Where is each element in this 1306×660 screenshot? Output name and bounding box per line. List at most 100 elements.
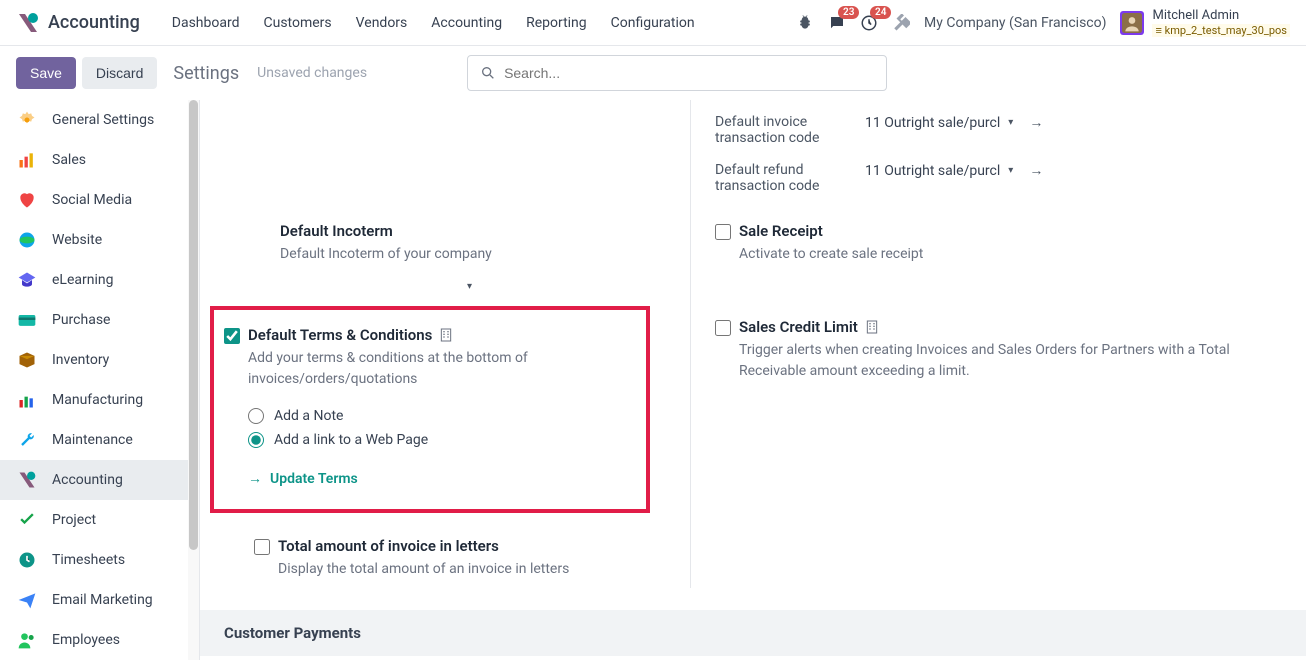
field-default-refund-code: Default refund transaction code 11 Outri… (715, 154, 1282, 202)
unsaved-status: Unsaved changes (257, 65, 367, 81)
search-box[interactable] (467, 55, 887, 91)
sidebar-item-label: Social Media (52, 192, 132, 208)
sidebar-item-sales[interactable]: Sales (0, 140, 199, 180)
sidebar-item-timesheets[interactable]: Timesheets (0, 540, 199, 580)
search-input[interactable] (504, 65, 874, 81)
sidebar-item-label: Website (52, 232, 102, 248)
radio-note-input[interactable] (248, 408, 264, 424)
field-label: Default invoice transaction code (715, 114, 865, 146)
field-label: Default refund transaction code (715, 162, 865, 194)
logo-icon (16, 469, 38, 491)
terms-checkbox[interactable] (224, 328, 240, 344)
nav-vendors[interactable]: Vendors (344, 15, 420, 31)
sidebar-item-general[interactable]: General Settings (0, 100, 199, 140)
activities-icon[interactable]: 24 (860, 14, 878, 32)
nav-reporting[interactable]: Reporting (514, 15, 599, 31)
radio-label: Add a link to a Web Page (274, 432, 428, 448)
debug-icon[interactable] (796, 14, 814, 32)
dropdown-value[interactable]: 11 Outright sale/purcl (865, 163, 1000, 179)
bars-icon (16, 149, 38, 171)
setting-desc: Default Incoterm of your company (280, 244, 666, 265)
external-link-icon[interactable]: → (1029, 114, 1043, 131)
nav-accounting[interactable]: Accounting (419, 15, 514, 31)
clock-icon (16, 549, 38, 571)
activities-badge: 24 (870, 6, 891, 19)
graduation-icon (16, 269, 38, 291)
sidebar-item-employees[interactable]: Employees (0, 620, 199, 660)
highlighted-setting-box: Default Terms & Conditions Add your term… (210, 306, 650, 513)
card-icon (16, 309, 38, 331)
settings-content: Default invoice transaction code 11 Outr… (200, 100, 1306, 660)
messages-icon[interactable]: 23 (828, 14, 846, 32)
incoterm-dropdown[interactable]: ▾ (280, 281, 480, 292)
sidebar-item-social[interactable]: Social Media (0, 180, 199, 220)
setting-default-incoterm: Default Incoterm Default Incoterm of you… (224, 204, 690, 300)
sidebar-item-accounting[interactable]: Accounting (0, 460, 199, 500)
search-icon (480, 65, 496, 81)
avatar-icon (1120, 11, 1144, 35)
sidebar-item-elearning[interactable]: eLearning (0, 260, 199, 300)
sidebar-item-label: Email Marketing (52, 592, 153, 608)
sidebar-item-label: Accounting (52, 472, 123, 488)
sidebar-item-label: Timesheets (52, 552, 125, 568)
sidebar-item-project[interactable]: Project (0, 500, 199, 540)
page-title: Settings (173, 63, 239, 84)
setting-default-terms: Default Terms & Conditions Add your term… (224, 320, 636, 493)
external-link-icon[interactable]: → (1029, 162, 1043, 179)
setting-title: Default Terms & Conditions (248, 326, 432, 344)
sale-receipt-checkbox[interactable] (715, 224, 731, 240)
sidebar-item-purchase[interactable]: Purchase (0, 300, 199, 340)
setting-title: Sale Receipt (739, 222, 1282, 240)
settings-sidebar: General Settings Sales Social Media Webs… (0, 100, 200, 660)
mail-icon (16, 589, 38, 611)
save-button[interactable]: Save (16, 57, 76, 89)
letters-checkbox[interactable] (254, 539, 270, 555)
people-icon (16, 629, 38, 651)
dropdown-value[interactable]: 11 Outright sale/purcl (865, 115, 1000, 131)
company-selector[interactable]: My Company (San Francisco) (924, 15, 1106, 31)
action-bar: Save Discard Settings Unsaved changes (0, 46, 1306, 100)
factory-icon (16, 389, 38, 411)
sidebar-item-inventory[interactable]: Inventory (0, 340, 199, 380)
sidebar-item-label: Inventory (52, 352, 109, 368)
credit-limit-checkbox[interactable] (715, 320, 731, 336)
sidebar-item-label: Manufacturing (52, 392, 143, 408)
sidebar-item-label: Sales (52, 152, 86, 168)
setting-sale-receipt: Sale Receipt Activate to create sale rec… (691, 204, 1306, 273)
app-logo-icon (16, 11, 40, 35)
sidebar-item-manufacturing[interactable]: Manufacturing (0, 380, 199, 420)
sidebar-item-label: Maintenance (52, 432, 133, 448)
chevron-down-icon: ▾ (467, 281, 472, 292)
sidebar-item-label: Purchase (52, 312, 110, 328)
setting-title: Total amount of invoice in letters (278, 537, 666, 555)
user-database: kmp_2_test_may_30_pos (1152, 24, 1290, 37)
sidebar-item-email-marketing[interactable]: Email Marketing (0, 580, 199, 620)
wrench-icon (16, 429, 38, 451)
setting-desc: Display the total amount of an invoice i… (278, 559, 666, 580)
radio-add-note[interactable]: Add a Note (248, 404, 636, 428)
sidebar-item-maintenance[interactable]: Maintenance (0, 420, 199, 460)
chevron-down-icon[interactable]: ▾ (1008, 165, 1013, 176)
radio-link-input[interactable] (248, 432, 264, 448)
sidebar-item-website[interactable]: Website (0, 220, 199, 260)
box-icon (16, 349, 38, 371)
nav-customers[interactable]: Customers (252, 15, 344, 31)
radio-label: Add a Note (274, 408, 343, 424)
building-icon (438, 327, 454, 343)
update-terms-link[interactable]: → Update Terms (248, 470, 636, 487)
app-title: Accounting (48, 12, 140, 33)
setting-total-letters: Total amount of invoice in letters Displ… (224, 519, 690, 588)
sidebar-item-label: Project (52, 512, 96, 528)
nav-dashboard[interactable]: Dashboard (160, 15, 252, 31)
sidebar-scrollbar[interactable] (188, 100, 199, 660)
user-menu[interactable]: Mitchell Admin kmp_2_test_may_30_pos (1120, 8, 1290, 37)
messages-badge: 23 (838, 6, 859, 19)
tools-icon[interactable] (892, 14, 910, 32)
check-icon (16, 509, 38, 531)
nav-configuration[interactable]: Configuration (599, 15, 707, 31)
gear-icon (16, 109, 38, 131)
globe-icon (16, 229, 38, 251)
discard-button[interactable]: Discard (82, 57, 157, 89)
chevron-down-icon[interactable]: ▾ (1008, 117, 1013, 128)
radio-add-link[interactable]: Add a link to a Web Page (248, 428, 636, 452)
